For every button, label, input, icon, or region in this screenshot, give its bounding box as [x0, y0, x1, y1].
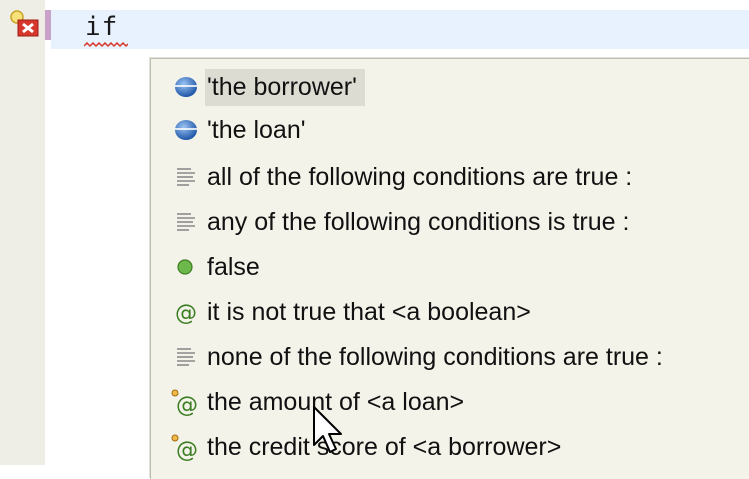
blue-ball-icon	[171, 115, 201, 145]
at-sign-icon: @	[171, 297, 201, 327]
error-lightbulb-icon[interactable]	[8, 8, 42, 42]
text-lines-icon	[171, 342, 201, 372]
completion-item-label: 'the loan'	[207, 115, 306, 144]
current-line-highlight	[51, 10, 749, 49]
at-sign-dot-icon: @	[171, 387, 201, 417]
completion-item[interactable]: @ the credit score of <a borrower>	[171, 427, 749, 467]
completion-item[interactable]: false	[171, 247, 749, 287]
mouse-pointer-icon	[313, 406, 342, 453]
blue-ball-icon	[171, 72, 201, 102]
completion-item[interactable]: any of the following conditions is true …	[171, 202, 749, 242]
svg-text:@: @	[175, 301, 197, 326]
completion-item[interactable]: @ the amount of <a loan>	[171, 382, 749, 422]
green-dot-icon	[171, 252, 201, 282]
svg-text:@: @	[176, 438, 198, 462]
completion-item[interactable]: 'the borrower'	[171, 67, 749, 107]
completion-item-label: none of the following conditions are tru…	[207, 342, 663, 371]
editor-gutter	[0, 0, 45, 465]
code-line[interactable]: if	[85, 12, 118, 42]
completion-item-label: all of the following conditions are true…	[207, 162, 633, 191]
completion-item-label: it is not true that <a boolean>	[207, 297, 531, 326]
svg-text:@: @	[176, 393, 198, 417]
completion-item[interactable]: 'the loan'	[171, 110, 749, 150]
text-lines-icon	[171, 162, 201, 192]
completion-item-label: false	[207, 252, 260, 281]
at-sign-dot-icon: @	[171, 432, 201, 462]
completion-item-label: 'the borrower'	[205, 68, 365, 106]
completion-item[interactable]: none of the following conditions are tru…	[171, 337, 749, 377]
completion-item-label: any of the following conditions is true …	[207, 207, 630, 236]
text-lines-icon	[171, 207, 201, 237]
completion-item[interactable]: @ it is not true that <a boolean>	[171, 292, 749, 332]
completion-item[interactable]: all of the following conditions are true…	[171, 157, 749, 197]
completion-popup[interactable]: 'the borrower' 'the loan' all of the fol…	[150, 58, 749, 479]
completion-item-label: the credit score of <a borrower>	[207, 432, 562, 461]
error-squiggle	[84, 42, 128, 48]
